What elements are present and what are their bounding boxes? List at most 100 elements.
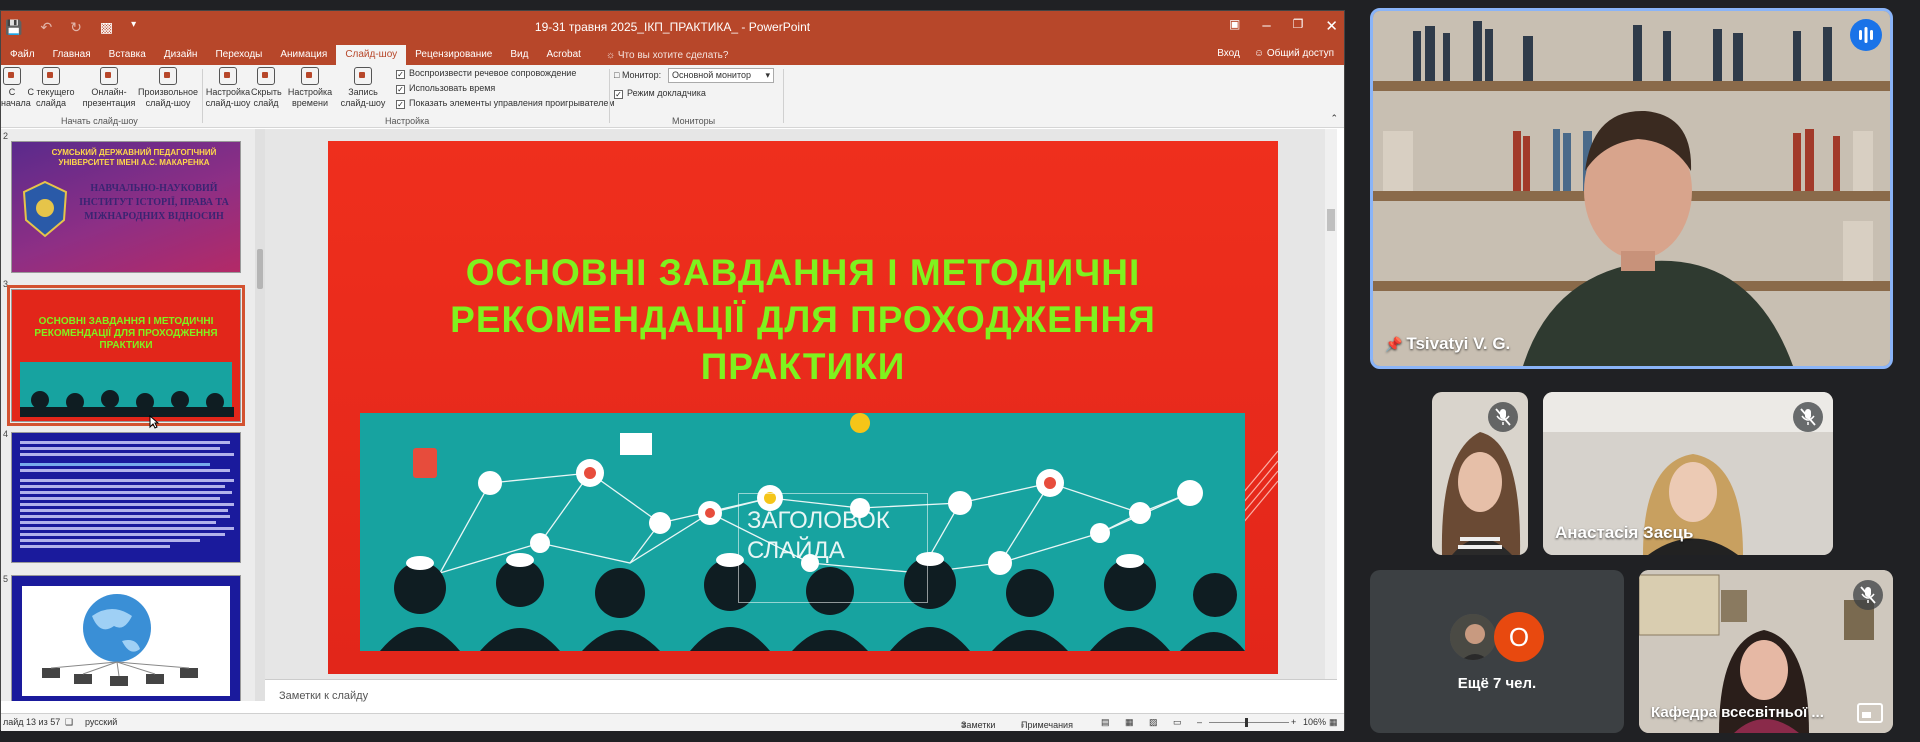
participant-name: Анастасія Заєць (1555, 523, 1694, 542)
group-monitors-label: Мониторы (672, 116, 716, 126)
tab-design[interactable]: Дизайн (155, 45, 207, 65)
thumb-globe-picture (22, 586, 230, 696)
ribbon: С начала С текущего слайда Онлайн-презен… (1, 65, 1344, 128)
tab-review[interactable]: Рецензирование (406, 45, 501, 65)
use-timings-checkbox[interactable]: ✓ Использовать время (396, 83, 495, 94)
window-controls: ▣ – ❐ ✕ (1229, 17, 1338, 35)
tab-acrobat[interactable]: Acrobat (537, 45, 589, 65)
pip-icon[interactable] (1857, 703, 1883, 723)
show-controls-checkbox[interactable]: ✓ Показать элементы управления проигрыват… (396, 98, 615, 109)
person-icon: ☺ (1253, 48, 1267, 59)
zoom-level[interactable]: 106% (1303, 717, 1326, 727)
from-current-label: С текущего слайда (27, 87, 75, 108)
participant-tile-main[interactable]: 📌 Tsivatyi V. G. (1370, 8, 1893, 369)
notes-pane[interactable]: Заметки к слайду (265, 679, 1337, 717)
hide-slide-button[interactable]: Скрыть слайд (251, 67, 282, 109)
monitor-value: Основной монитор (672, 70, 751, 80)
slide-thumbnail-2[interactable]: СУМСЬКИЙ ДЕРЖАВНИЙ ПЕДАГОГІЧНИЙ УНІВЕРСИ… (11, 141, 241, 273)
slide-number: 2 (3, 131, 9, 141)
mic-muted-icon (1793, 402, 1823, 432)
share-button[interactable]: ☺ Общий доступ (1254, 48, 1334, 59)
window-title: 19-31 травня 2025_ІКП_ПРАКТИКА_ - PowerP… (534, 20, 811, 34)
slideshow-view-icon[interactable]: ▭ (1173, 717, 1182, 728)
scrollbar-thumb[interactable] (1327, 209, 1335, 231)
presenter-view-checkbox[interactable]: ✓ Режим докладчика (614, 88, 706, 99)
current-slide[interactable]: ОСНОВНІ ЗАВДАННЯ І МЕТОДИЧНІ РЕКОМЕНДАЦІ… (328, 141, 1278, 674)
more-participants-tile[interactable]: О Ещё 7 чел. (1370, 570, 1624, 733)
fit-slide-icon[interactable]: ▦ (1329, 717, 1338, 728)
record-icon (354, 67, 372, 85)
online-icon (100, 67, 118, 85)
slide-number: 5 (3, 574, 9, 584)
collapse-ribbon-icon[interactable]: ⌃ (1330, 113, 1338, 124)
online-presentation-button[interactable]: Онлайн-презентация (81, 67, 137, 109)
slideshow-current-icon (42, 67, 60, 85)
online-label: Онлайн-презентация (82, 87, 136, 108)
slide-title[interactable]: ОСНОВНІ ЗАВДАННЯ І МЕТОДИЧНІ РЕКОМЕНДАЦІ… (368, 249, 1238, 390)
setup-slideshow-button[interactable]: Настройка слайд-шоу (205, 67, 251, 109)
slideshow-start-icon (3, 67, 21, 85)
checkmark-icon: ✓ (396, 70, 405, 79)
from-start-button[interactable]: С начала (1, 67, 31, 109)
reading-view-icon[interactable]: ▨ (1149, 717, 1158, 728)
narration-checkbox[interactable]: ✓ Воспроизвести речевое сопровождение (396, 68, 576, 79)
record-slideshow-button[interactable]: Запись слайд-шоу (335, 67, 391, 109)
thumb-university-text: СУМСЬКИЙ ДЕРЖАВНИЙ ПЕДАГОГІЧНИЙ УНІВЕРСИ… (51, 148, 217, 167)
setup-label: Настройка слайд-шоу (205, 87, 251, 108)
custom-show-icon (159, 67, 177, 85)
participant-name: 📌 Tsivatyi V. G. (1385, 334, 1510, 354)
participant-tile-5[interactable]: Кафедра всесвітньої ... (1639, 570, 1893, 733)
slide-thumbnail-3[interactable]: ОСНОВНІ ЗАВДАННЯ І МЕТОДИЧНІ РЕКОМЕНДАЦІ… (7, 285, 245, 426)
status-bar: лайд 13 из 57 ❑ русский ≡ Заметки ▫ Прим… (1, 713, 1344, 731)
checkmark-icon: ✓ (396, 85, 405, 94)
from-current-button[interactable]: С текущего слайда (25, 67, 77, 109)
slide-thumbnail-5[interactable] (11, 575, 241, 701)
title-placeholder[interactable]: ЗАГОЛОВОК СЛАЙДА (738, 493, 928, 603)
more-participants-label: Ещё 7 чел. (1457, 675, 1537, 692)
restore-button[interactable]: ❐ (1293, 17, 1304, 35)
participant-name: Кафедра всесвітньої ... (1651, 704, 1824, 721)
pin-icon: 📌 (1385, 336, 1407, 352)
group-start-label: Начать слайд-шоу (61, 116, 138, 126)
mic-muted-icon (1488, 402, 1518, 432)
tab-insert[interactable]: Вставка (100, 45, 155, 65)
slide-thumbnails-pane: 2 СУМСЬКИЙ ДЕРЖАВНИЙ ПЕДАГОГІЧНИЙ УНІВЕР… (1, 129, 265, 701)
notes-label: Заметки (961, 720, 996, 730)
scrollbar-thumb[interactable] (257, 249, 263, 289)
minimize-button[interactable]: – (1262, 17, 1270, 35)
editor-scrollbar[interactable] (1325, 129, 1337, 679)
zoom-out-button[interactable]: – (1197, 717, 1202, 727)
normal-view-icon[interactable]: ▤ (1101, 717, 1110, 728)
thumbnails-scrollbar[interactable] (255, 129, 265, 701)
zoom-slider-thumb[interactable] (1245, 718, 1248, 727)
notes-placeholder: Заметки к слайду (279, 690, 369, 702)
close-button[interactable]: ✕ (1325, 17, 1338, 35)
slide-thumbnail-4[interactable] (11, 432, 241, 563)
custom-slideshow-button[interactable]: Произвольное слайд-шоу (137, 67, 199, 109)
zoom-in-button[interactable]: + (1291, 717, 1296, 727)
tab-animations[interactable]: Анимация (271, 45, 336, 65)
spellcheck-icon[interactable]: ❑ (65, 717, 73, 728)
rehearse-timings-button[interactable]: Настройка времени (287, 67, 333, 109)
monitor-select[interactable]: Основной монитор ▾ (668, 68, 774, 83)
slide-number: 4 (3, 429, 9, 439)
tab-view[interactable]: Вид (501, 45, 537, 65)
checkmark-icon: ✓ (396, 100, 405, 109)
tell-me-search[interactable]: ☼ Что вы хотите сделать? (600, 50, 735, 61)
hide-slide-label: Скрыть слайд (251, 87, 282, 108)
sorter-view-icon[interactable]: ▦ (1125, 717, 1134, 728)
sign-in-link[interactable]: Вход (1217, 48, 1240, 59)
zoom-slider[interactable] (1209, 722, 1289, 723)
language-indicator[interactable]: русский (85, 717, 117, 727)
participant-tile-2[interactable] (1432, 392, 1528, 555)
participant-tile-3[interactable]: Анастасія Заєць (1543, 392, 1833, 555)
tab-slideshow[interactable]: Слайд-шоу (336, 45, 407, 65)
monitor-text: Монитор: (621, 70, 662, 80)
comments-label: Примечания (1021, 720, 1073, 730)
share-label: Общий доступ (1266, 48, 1334, 59)
tab-file[interactable]: Файл (1, 45, 44, 65)
group-setup-label: Настройка (385, 116, 430, 126)
tab-home[interactable]: Главная (44, 45, 100, 65)
tab-transitions[interactable]: Переходы (206, 45, 271, 65)
ribbon-display-icon[interactable]: ▣ (1229, 17, 1240, 35)
